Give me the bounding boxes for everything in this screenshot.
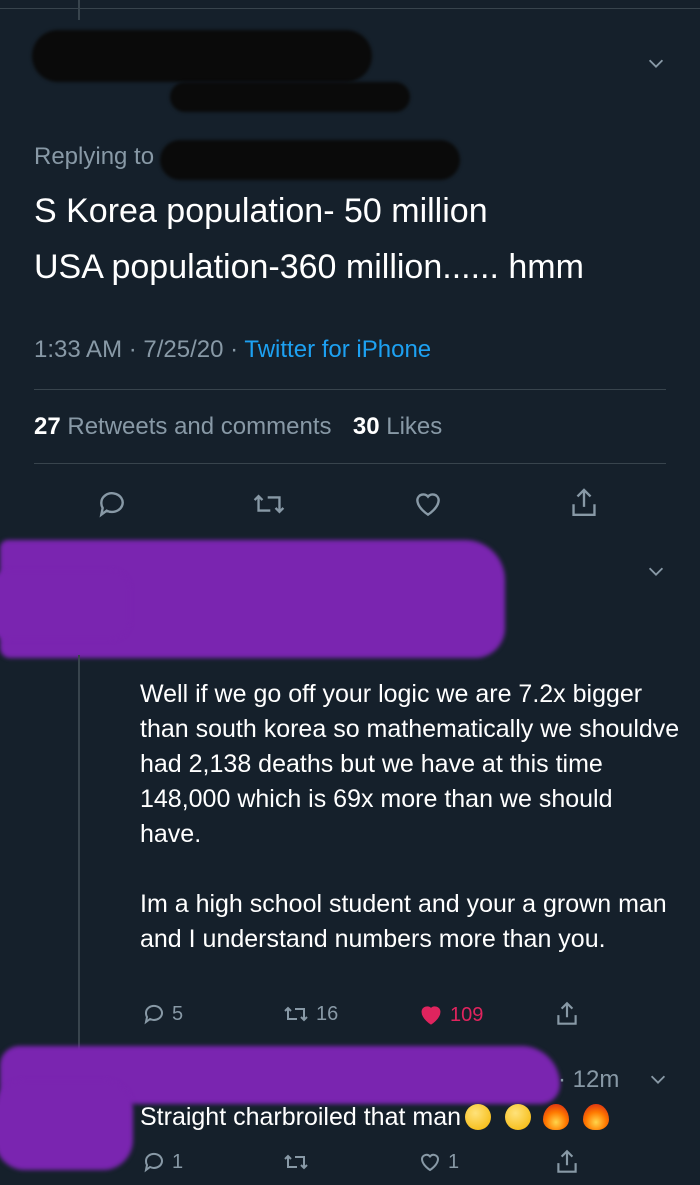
- share-icon: [572, 488, 596, 516]
- heart-icon: [416, 493, 440, 517]
- heart-icon: [420, 1153, 440, 1172]
- redacted-author-name: [32, 30, 372, 82]
- reply1-paragraph-2: Im a high school student and your a grow…: [140, 890, 667, 953]
- chevron-down-icon[interactable]: [645, 560, 667, 582]
- reply1-paragraph-1: Well if we go off your logic we are 7.2x…: [140, 680, 680, 848]
- thread-line-top: [78, 0, 80, 20]
- reply2-like-count: 1: [448, 1150, 460, 1173]
- fire-emoji: [583, 1104, 610, 1130]
- tweet-date: 7/25/20: [143, 336, 224, 363]
- reply-icon: [144, 1152, 163, 1173]
- chevron-down-icon[interactable]: [647, 1068, 669, 1090]
- chevron-down-icon[interactable]: [645, 52, 667, 74]
- redacted-reply2-avatar: [0, 1080, 133, 1170]
- reply1-reply-button[interactable]: 5: [142, 1002, 183, 1026]
- redacted-author-handle: [170, 82, 410, 112]
- laughing-emoji: [505, 1104, 532, 1130]
- tweet-time: 1:33 AM: [34, 336, 123, 363]
- reply1-reply-count: 5: [172, 1002, 184, 1025]
- retweet-icon: [284, 1006, 308, 1022]
- reply2-text-row: Straight charbroiled that man: [140, 1103, 610, 1132]
- reply2-retweet-button[interactable]: [282, 1150, 310, 1174]
- redacted-replying-to-handle: [160, 140, 460, 180]
- thread-line: [78, 655, 80, 1050]
- share-icon: [557, 1001, 577, 1025]
- laughing-emoji: [465, 1104, 492, 1130]
- tweet-text-line-2: USA population-360 million...... hmm: [34, 248, 584, 286]
- reply2-reply-button[interactable]: 1: [142, 1150, 183, 1174]
- retweet-button[interactable]: [252, 488, 286, 520]
- reply1-text: Well if we go off your logic we are 7.2x…: [140, 677, 680, 957]
- heart-icon: [421, 1006, 441, 1025]
- tweet-meta: 1:33 AM · 7/25/20 · Twitter for iPhone: [34, 336, 431, 364]
- reply2-text: Straight charbroiled that man: [140, 1103, 462, 1131]
- like-button[interactable]: [412, 488, 444, 520]
- reply-icon: [144, 1004, 163, 1025]
- reply-icon: [99, 492, 124, 518]
- retweets-label[interactable]: Retweets and comments: [67, 413, 331, 440]
- retweets-count[interactable]: 27: [34, 413, 61, 440]
- reply-button[interactable]: [96, 488, 128, 520]
- share-button[interactable]: [568, 486, 600, 520]
- retweet-icon: [253, 494, 285, 514]
- tweet-text-line-1: S Korea population- 50 million: [34, 192, 488, 230]
- reply1-like-count: 109: [450, 1003, 484, 1026]
- reply1-like-button[interactable]: 109: [418, 1002, 483, 1028]
- redacted-reply1-avatar: [0, 570, 130, 640]
- fire-emoji: [543, 1104, 570, 1130]
- reply1-retweet-button[interactable]: 16: [282, 1002, 338, 1026]
- reply1-share-button[interactable]: [554, 1000, 580, 1028]
- divider: [34, 463, 666, 464]
- reply2-reply-count: 1: [172, 1150, 184, 1173]
- tweet-stats: 27 Retweets and comments 30 Likes: [34, 413, 442, 441]
- divider: [34, 389, 666, 390]
- share-icon: [557, 1149, 577, 1173]
- replying-to-label: Replying to: [34, 143, 155, 170]
- tweet-source-link[interactable]: Twitter for iPhone: [244, 336, 431, 363]
- top-divider: [0, 8, 700, 9]
- likes-count[interactable]: 30: [353, 413, 380, 440]
- reply2-time: · 12m: [558, 1066, 620, 1093]
- likes-label[interactable]: Likes: [386, 413, 442, 440]
- meta-separator-2: ·: [230, 336, 239, 363]
- meta-separator: ·: [128, 336, 137, 363]
- reply1-retweet-count: 16: [316, 1002, 339, 1025]
- retweet-icon: [284, 1154, 308, 1170]
- reply2-like-button[interactable]: 1: [418, 1150, 459, 1174]
- reply2-share-button[interactable]: [554, 1148, 580, 1176]
